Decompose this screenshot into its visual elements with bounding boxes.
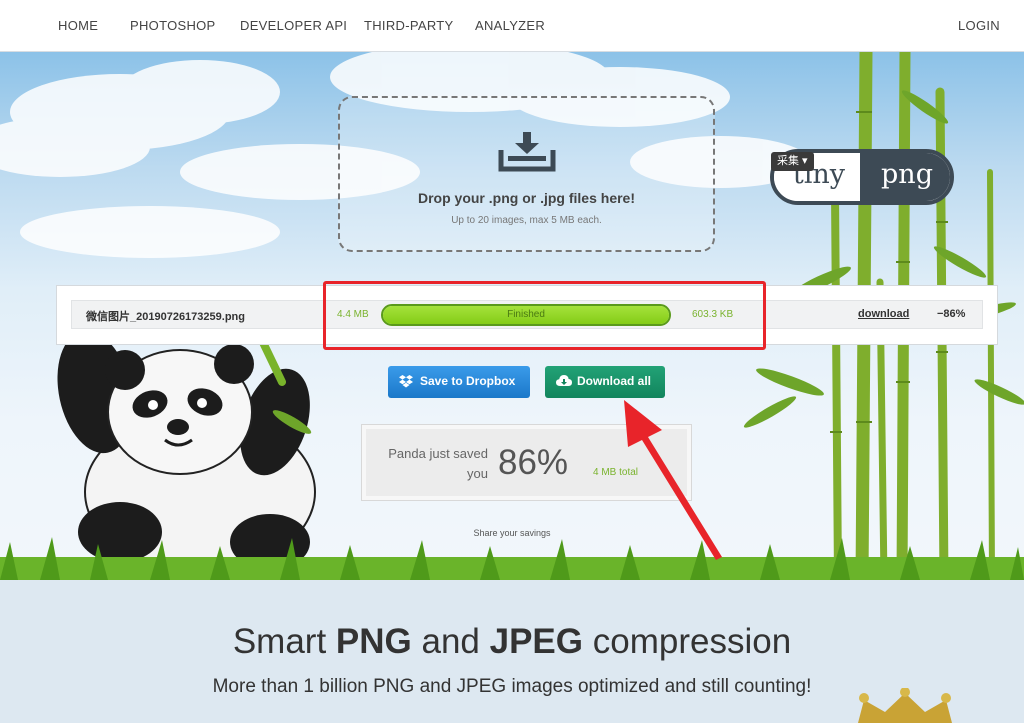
dropbox-button-label: Save to Dropbox [420, 374, 516, 388]
crown-icon [858, 688, 952, 723]
savings-summary-box: Panda just saved you 86% 4 MB total [361, 424, 692, 501]
drop-zone-title: Drop your .png or .jpg files here! [417, 190, 635, 206]
headline-prefix: Smart [232, 622, 336, 661]
annotation-highlight-box [323, 281, 766, 350]
save-to-dropbox-button[interactable]: Save to Dropbox [388, 366, 530, 398]
headline-suffix: compression [583, 622, 792, 661]
download-all-button[interactable]: Download all [545, 366, 665, 398]
headline-png: PNG [335, 622, 412, 661]
collect-overlay-button[interactable]: 采集 ▾ [771, 152, 814, 171]
hero-section: Drop your .png or .jpg files here! Up to… [0, 52, 1024, 580]
feature-headline: Smart PNG and JPEG compression [0, 622, 1024, 662]
feature-section: Smart PNG and JPEG compression More than… [0, 580, 1024, 723]
headline-jpeg: JPEG [489, 622, 584, 661]
headline-mid: and [411, 622, 490, 661]
savings-total: 4 MB total [593, 467, 639, 478]
savings-label: Panda just saved you [388, 446, 488, 481]
savings-percent: −86% [937, 308, 966, 320]
nav-developer-api[interactable]: DEVELOPER API [240, 18, 347, 33]
file-drop-zone[interactable]: Drop your .png or .jpg files here! Up to… [338, 96, 715, 252]
nav-analyzer[interactable]: ANALYZER [475, 18, 545, 33]
nav-photoshop[interactable]: PHOTOSHOP [130, 18, 216, 33]
nav-login[interactable]: LOGIN [958, 18, 1000, 33]
savings-summary-inner: Panda just saved you 86% 4 MB total [366, 429, 687, 496]
nav-home[interactable]: HOME [58, 18, 98, 33]
nav-third-party[interactable]: THIRD-PARTY [364, 18, 454, 33]
logo-png: png [860, 153, 950, 201]
drop-zone-subtitle: Up to 20 images, max 5 MB each. [451, 215, 602, 226]
savings-percent-large: 86% [498, 443, 569, 482]
upload-tray-icon [498, 132, 556, 172]
download-link[interactable]: download [858, 308, 909, 320]
dropbox-icon [399, 375, 413, 388]
download-all-label: Download all [577, 374, 652, 388]
file-name: 微信图片_20190726173259.png [86, 311, 245, 323]
top-navigation: HOME PHOTOSHOP DEVELOPER API THIRD-PARTY… [0, 0, 1024, 52]
cloud-download-icon [556, 375, 572, 386]
share-savings-link[interactable]: Share your savings [0, 528, 1024, 538]
